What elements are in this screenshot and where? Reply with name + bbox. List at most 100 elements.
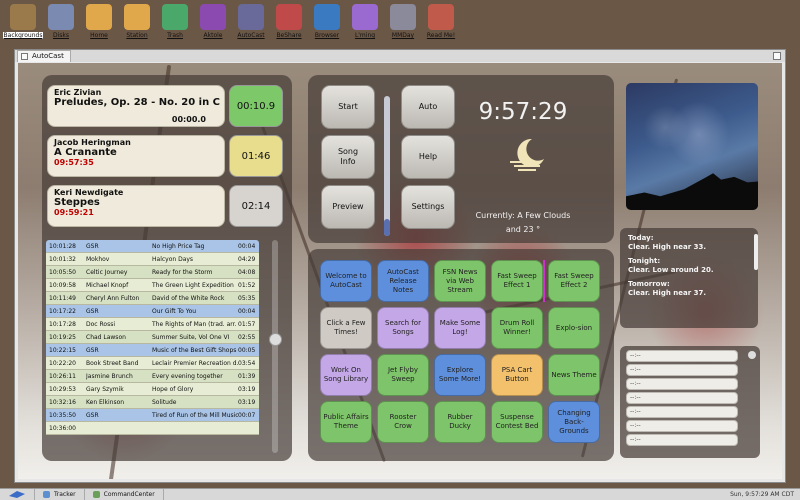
aktole-icon[interactable]: Aktole	[194, 4, 232, 39]
beshare-icon[interactable]: BeShare	[270, 4, 308, 39]
countdown-timer[interactable]: 00:10.9	[229, 85, 283, 127]
cart-tile[interactable]: Public Affairs Theme	[320, 401, 372, 443]
trash-icon[interactable]: Trash	[156, 4, 194, 39]
schedule-slot[interactable]: --:--	[626, 406, 738, 418]
cart-tile[interactable]: Search for Songs	[377, 307, 429, 349]
log-row[interactable]: 10:19:25 Chad Lawson Summer Suite, Vol One…	[46, 331, 259, 344]
cart-tile[interactable]: PSA Cart Button	[491, 354, 543, 396]
schedule-slot[interactable]: --:--	[626, 378, 738, 390]
auto-button[interactable]: Auto	[401, 85, 455, 129]
browser-icon[interactable]: Browser	[308, 4, 346, 39]
help-button[interactable]: Help	[401, 135, 455, 179]
playlist-scrollbar[interactable]	[272, 240, 278, 453]
log-time: 10:11:49	[49, 294, 76, 302]
cart-tile[interactable]: Changing Back-Grounds	[548, 401, 600, 443]
log-artist: Ken Elkinson	[86, 398, 125, 406]
cart-tile[interactable]: Click a Few Times!	[320, 307, 372, 349]
backgrounds-icon[interactable]: Backgrounds	[2, 4, 44, 39]
autocast-icon-image	[238, 4, 264, 30]
log-artist: GSR	[86, 307, 99, 315]
log-title: David of the White Rock	[152, 294, 225, 302]
cart-tile[interactable]: Jet Flyby Sweep	[377, 354, 429, 396]
home-folder-icon[interactable]: Home	[80, 4, 118, 39]
log-row[interactable]: 10:36:00	[46, 422, 259, 435]
forecast-scrollbar[interactable]	[754, 234, 758, 270]
countdown-timer[interactable]: 02:14	[229, 185, 283, 227]
taskbar-menu-button[interactable]	[0, 488, 35, 500]
log-title: Every evening together	[152, 372, 223, 380]
station-folder-icon[interactable]: Station	[118, 4, 156, 39]
cart-tile[interactable]: AutoCast Release Notes	[377, 260, 429, 302]
log-artist: Cheryl Ann Fulton	[86, 294, 140, 302]
cart-tile[interactable]: Fast Sweep Effect 1	[491, 260, 543, 302]
cart-tile[interactable]: Work On Song Library	[320, 354, 372, 396]
now-playing-card[interactable]: Keri Newdigate Steppes 09:59:21	[47, 185, 225, 227]
log-row[interactable]: 10:29:53 Gary Szymik Hope of Glory 03:19	[46, 383, 259, 396]
station-folder-icon-image	[124, 4, 150, 30]
close-box-icon[interactable]	[21, 53, 28, 60]
log-time: 10:09:58	[49, 281, 76, 289]
log-duration: 03:54	[238, 359, 256, 367]
log-row[interactable]: 10:01:28 GSR No High Price Tag 00:04	[46, 240, 259, 253]
log-row[interactable]: 10:35:50 GSR Tired of Run of the Mill Musi…	[46, 409, 259, 422]
cart-tile[interactable]: Explo-sion	[548, 307, 600, 349]
log-row[interactable]: 10:32:16 Ken Elkinson Solitude 03:19	[46, 396, 259, 409]
log-duration: 02:55	[238, 333, 256, 341]
log-row[interactable]: 10:17:22 GSR Our Gift To You 00:04	[46, 305, 259, 318]
log-row[interactable]: 10:01:32 Mokhov Halcyon Days 04:29	[46, 253, 259, 266]
taskbar-item[interactable]: Tracker	[35, 488, 85, 500]
window-title-tab[interactable]: AutoCast	[17, 50, 71, 62]
log-row[interactable]: 10:22:15 GSR Music of the Best Gift Shops 0…	[46, 344, 259, 357]
autocast-window: AutoCast Eric Zivian Preludes, Op. 28 - N…	[14, 49, 786, 483]
disks-icon[interactable]: Disks	[42, 4, 80, 39]
playlist-log[interactable]: 10:01:28 GSR No High Price Tag 00:04 10:01:3…	[46, 240, 259, 453]
cart-tile[interactable]: Drum Roll Winner!	[491, 307, 543, 349]
log-row[interactable]: 10:09:58 Michael Knopf The Green Light Exp…	[46, 279, 259, 292]
now-playing-card[interactable]: Eric Zivian Preludes, Op. 28 - No. 20 in …	[47, 85, 225, 127]
slots-scroll-knob[interactable]	[748, 351, 756, 359]
log-time: 10:19:25	[49, 333, 76, 341]
schedule-slot[interactable]: --:--	[626, 420, 738, 432]
now-playing-card[interactable]: Jacob Heringman A Cranante 09:57:35	[47, 135, 225, 177]
schedule-slot[interactable]: --:--	[626, 350, 738, 362]
cart-tile[interactable]: Explore Some More!	[434, 354, 486, 396]
desktop-icon-label: L'ming	[354, 32, 376, 39]
cart-tile[interactable]: FSN News via Web Stream	[434, 260, 486, 302]
cart-tile[interactable]: Make Some Log!	[434, 307, 486, 349]
log-time: 10:35:50	[49, 411, 76, 419]
window-title-bar[interactable]: AutoCast	[15, 50, 785, 62]
settings-button[interactable]: Settings	[401, 185, 455, 229]
volume-slider[interactable]	[384, 96, 390, 236]
lming-icon[interactable]: L'ming	[346, 4, 384, 39]
countdown-timer[interactable]: 01:46	[229, 135, 283, 177]
desktop-icon-label: Aktole	[203, 32, 223, 39]
cart-tile[interactable]: Welcome to AutoCast	[320, 260, 372, 302]
schedule-slot[interactable]: --:--	[626, 364, 738, 376]
taskbar-item[interactable]: CommandCenter	[85, 488, 164, 500]
preview-button[interactable]: Preview	[321, 185, 375, 229]
schedule-slot[interactable]: --:--	[626, 392, 738, 404]
log-row[interactable]: 10:22:20 Book Street Band Leclair Premier …	[46, 357, 259, 370]
log-duration: 00:04	[238, 307, 256, 315]
log-row[interactable]: 10:11:49 Cheryl Ann Fulton David of the Wh…	[46, 292, 259, 305]
song-info-button[interactable]: Song Info	[321, 135, 375, 179]
autocast-icon[interactable]: AutoCast	[232, 4, 270, 39]
mmday-icon[interactable]: MMDay	[384, 4, 422, 39]
cart-tile[interactable]: News Theme	[548, 354, 600, 396]
zoom-box-icon[interactable]	[773, 52, 781, 60]
cart-tile[interactable]: Fast Sweep Effect 2	[548, 260, 600, 302]
log-row[interactable]: 10:26:11 Jasmine Brunch Every evening toge…	[46, 370, 259, 383]
taskbar: Tracker CommandCenter Sun, 9:57:29 AM CDT	[0, 488, 800, 500]
readme-icon[interactable]: Read Me!	[422, 4, 460, 39]
log-row[interactable]: 10:17:28 Doc Rossi The Rights of Man (trad…	[46, 318, 259, 331]
cart-tile[interactable]: Rubber Ducky	[434, 401, 486, 443]
cart-tile[interactable]: Rooster Crow	[377, 401, 429, 443]
start-button[interactable]: Start	[321, 85, 375, 129]
schedule-slot[interactable]: --:--	[626, 434, 738, 446]
forecast-tomorrow: Tomorrow: Clear. High near 37.	[628, 280, 750, 298]
cart-tile[interactable]: Suspense Contest Bed	[491, 401, 543, 443]
card-title: A Cranante	[54, 147, 117, 158]
desktop-icon-label: MMDay	[391, 32, 415, 39]
playlist-scroll-knob[interactable]	[269, 333, 282, 346]
log-row[interactable]: 10:05:50 Celtic Journey Ready for the Stor…	[46, 266, 259, 279]
